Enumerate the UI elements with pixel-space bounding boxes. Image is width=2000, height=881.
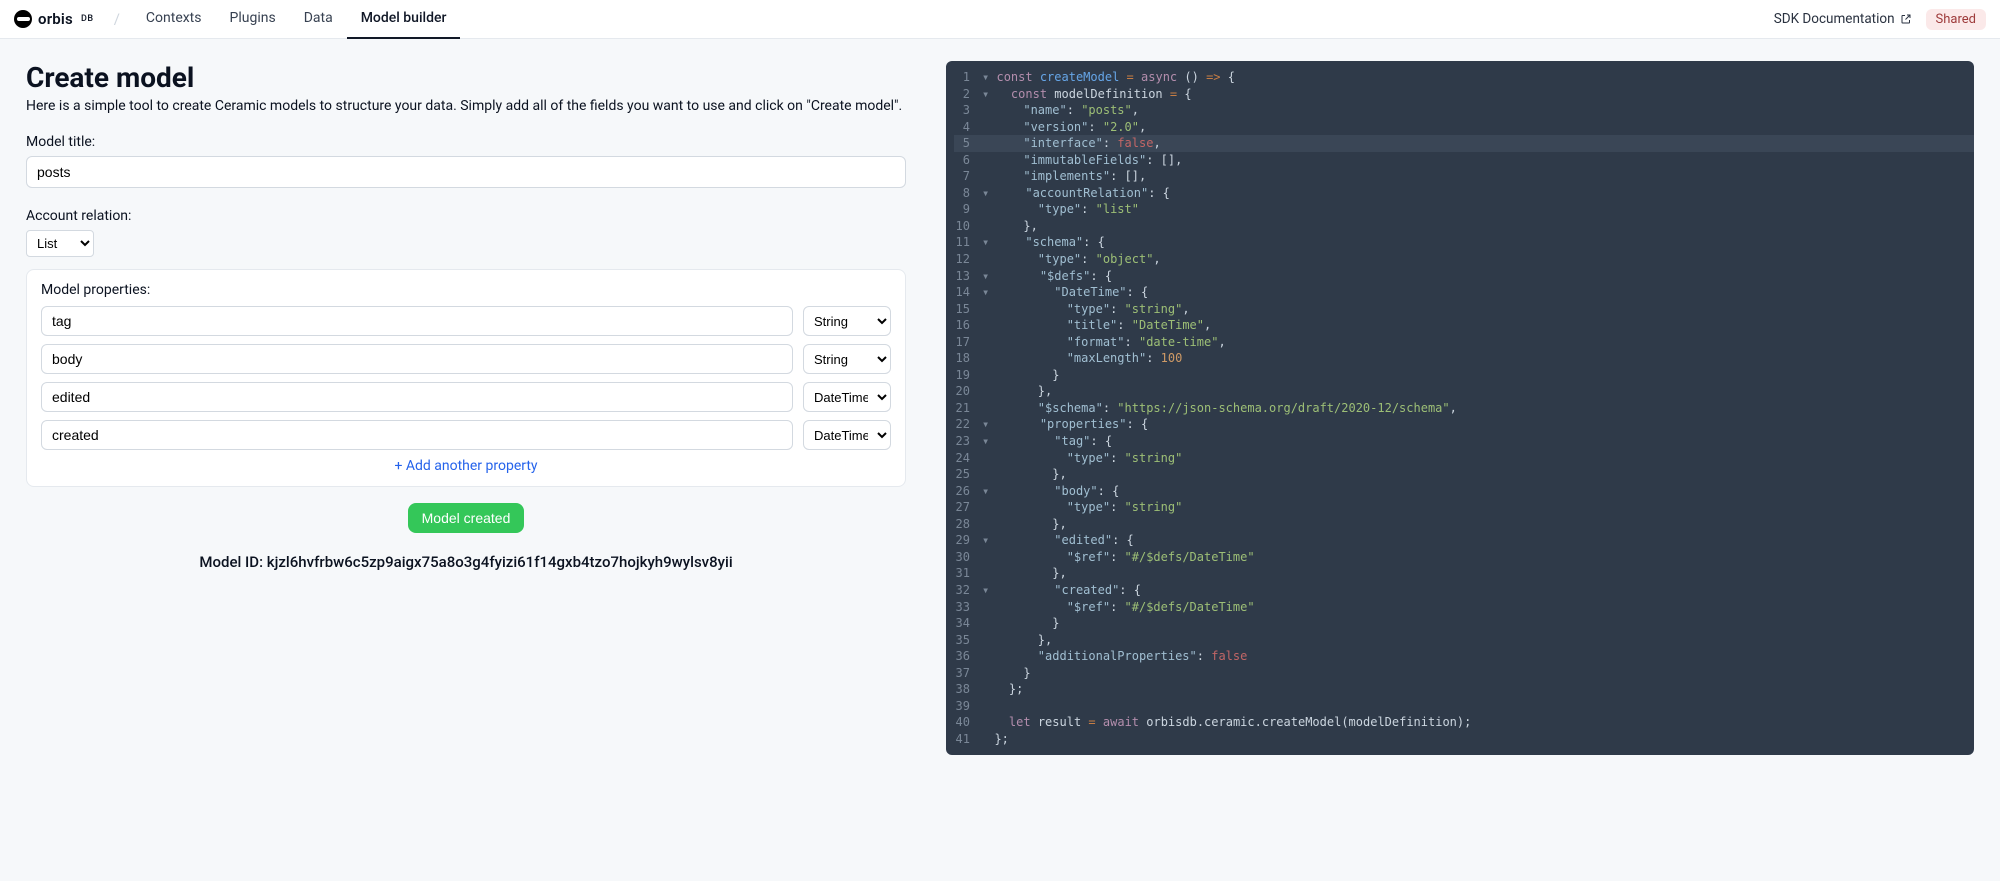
nav-plugins[interactable]: Plugins <box>216 0 290 39</box>
create-model-button[interactable]: Model created <box>408 503 525 533</box>
property-name-input[interactable] <box>41 344 793 374</box>
property-type-select[interactable]: String <box>803 344 891 374</box>
property-name-input[interactable] <box>41 420 793 450</box>
brand-logo: orbis DB <box>14 10 94 28</box>
nav-contexts[interactable]: Contexts <box>132 0 216 39</box>
property-row: DateTime <box>41 420 891 450</box>
add-property-link[interactable]: + Add another property <box>41 458 891 474</box>
property-type-select[interactable]: DateTime <box>803 382 891 412</box>
property-type-select[interactable]: DateTime <box>803 420 891 450</box>
page-title: Create model <box>26 61 936 94</box>
property-row: String <box>41 306 891 336</box>
header-right: SDK Documentation Shared <box>1774 9 1986 30</box>
model-title-label: Model title: <box>26 134 936 150</box>
property-row: String <box>41 344 891 374</box>
brand-name: orbis <box>38 10 73 28</box>
model-id-display: Model ID: kjzl6hvfrbw6c5zp9aigx75a8o3g4f… <box>26 553 906 571</box>
external-link-icon <box>1900 13 1912 25</box>
header-left: orbis DB / Contexts Plugins Data Model b… <box>14 0 460 39</box>
nav-model-builder[interactable]: Model builder <box>347 0 461 39</box>
primary-nav: Contexts Plugins Data Model builder <box>132 0 461 39</box>
property-name-input[interactable] <box>41 306 793 336</box>
relation-select[interactable]: List <box>26 230 94 257</box>
properties-panel: Model properties: String String DateTime <box>26 269 906 487</box>
sdk-docs-label: SDK Documentation <box>1774 11 1895 27</box>
code-viewer: 1▾ const createModel = async () => { 2▾ … <box>946 61 1974 755</box>
relation-label: Account relation: <box>26 208 936 224</box>
main-area: Create model Here is a simple tool to cr… <box>0 39 2000 777</box>
code-pane: 1▾ const createModel = async () => { 2▾ … <box>936 61 1974 755</box>
property-type-select[interactable]: String <box>803 306 891 336</box>
orbis-logo-icon <box>14 10 32 28</box>
nav-separator: / <box>114 10 120 28</box>
action-row: Model created <box>26 503 906 533</box>
properties-label: Model properties: <box>41 282 891 298</box>
form-pane: Create model Here is a simple tool to cr… <box>26 61 936 755</box>
app-header: orbis DB / Contexts Plugins Data Model b… <box>0 0 2000 39</box>
brand-sub: DB <box>81 14 94 24</box>
property-name-input[interactable] <box>41 382 793 412</box>
model-title-input[interactable] <box>26 156 906 188</box>
property-row: DateTime <box>41 382 891 412</box>
env-badge: Shared <box>1926 9 1986 30</box>
nav-data[interactable]: Data <box>290 0 347 39</box>
page-subtitle: Here is a simple tool to create Ceramic … <box>26 98 936 114</box>
model-id-value: kjzl6hvfrbw6c5zp9aigx75a8o3g4fyizi61f14g… <box>267 553 733 571</box>
sdk-docs-link[interactable]: SDK Documentation <box>1774 11 1912 27</box>
model-id-prefix: Model ID: <box>199 553 266 571</box>
